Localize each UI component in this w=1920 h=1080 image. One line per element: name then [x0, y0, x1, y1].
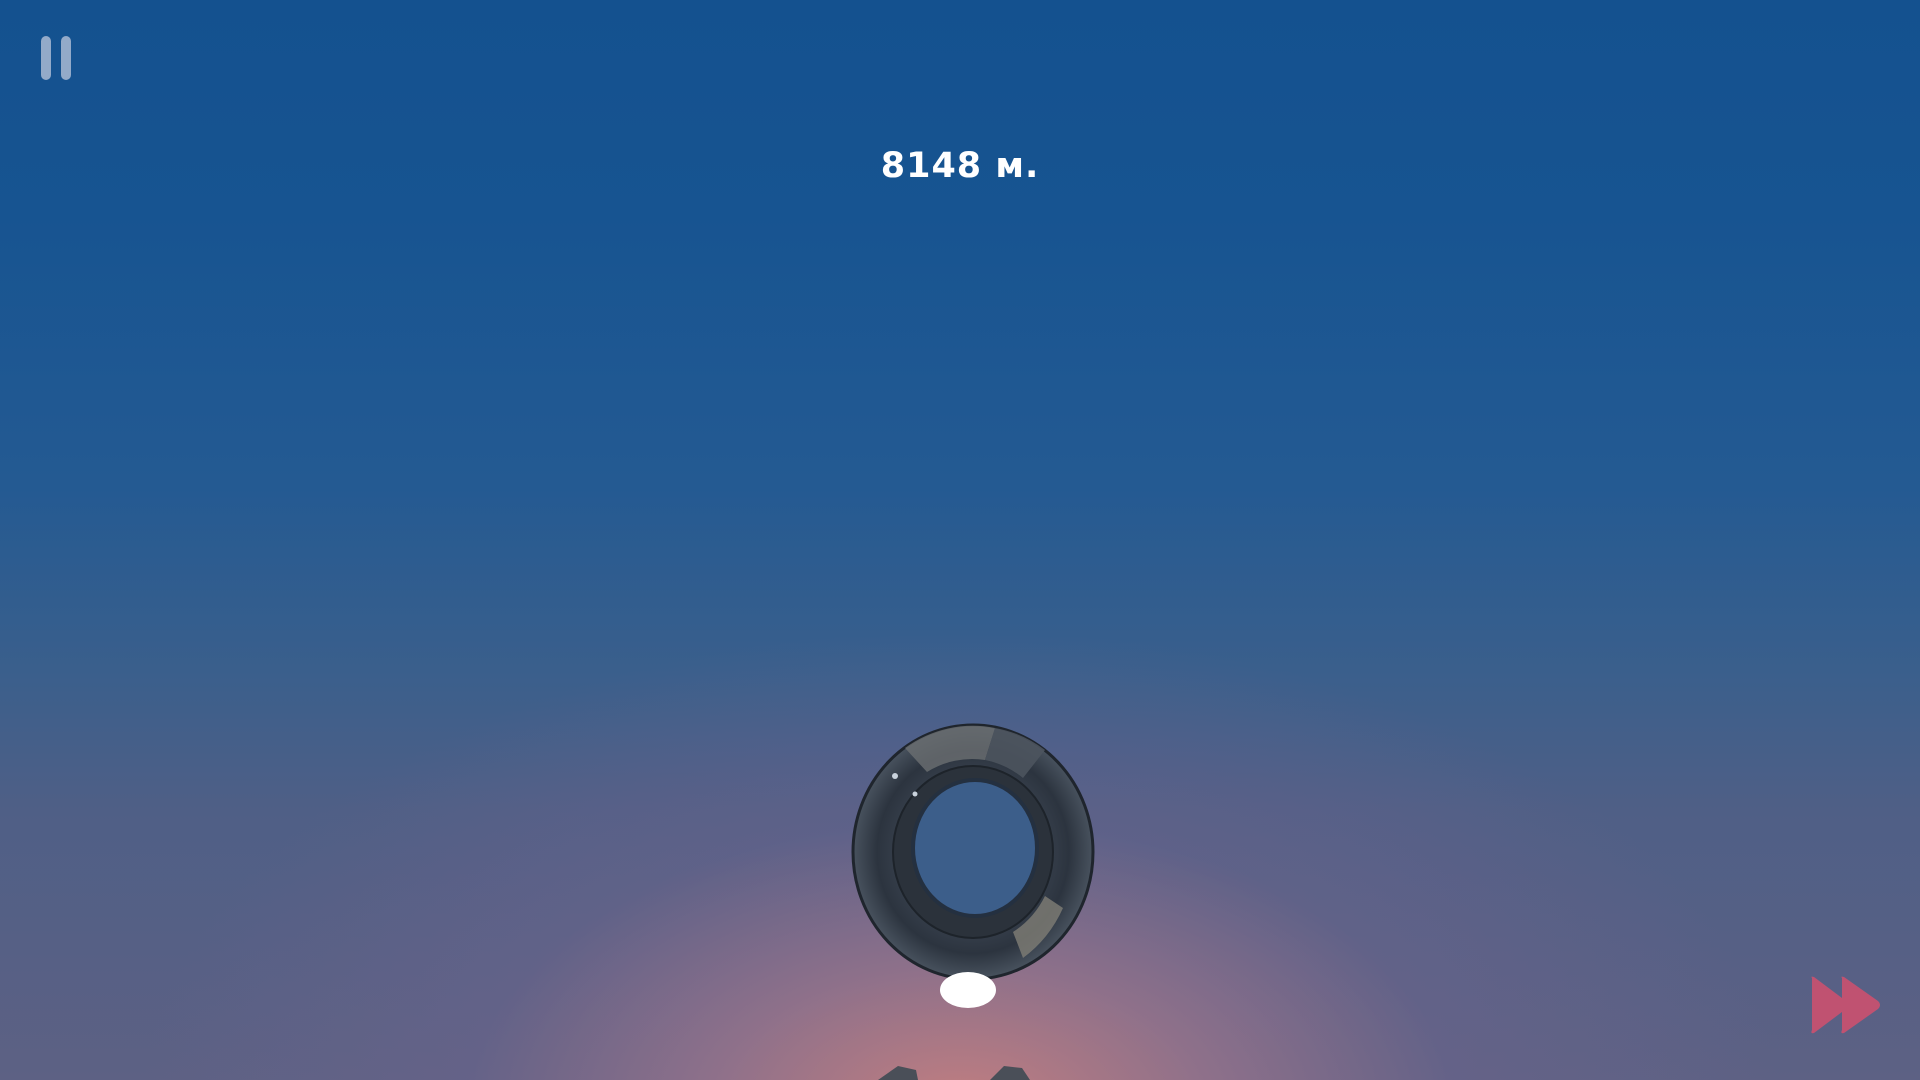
- tire-icon: [851, 723, 1095, 981]
- pause-button[interactable]: [38, 34, 78, 82]
- fast-forward-button[interactable]: [1808, 974, 1884, 1036]
- ground-marks: [878, 1066, 1030, 1080]
- fast-forward-icon: [1811, 976, 1880, 1034]
- distance-counter: 8148 м.: [880, 146, 1040, 186]
- pause-icon: [41, 36, 51, 80]
- pause-icon-bar: [61, 36, 71, 80]
- ball-shadow: [940, 972, 996, 1008]
